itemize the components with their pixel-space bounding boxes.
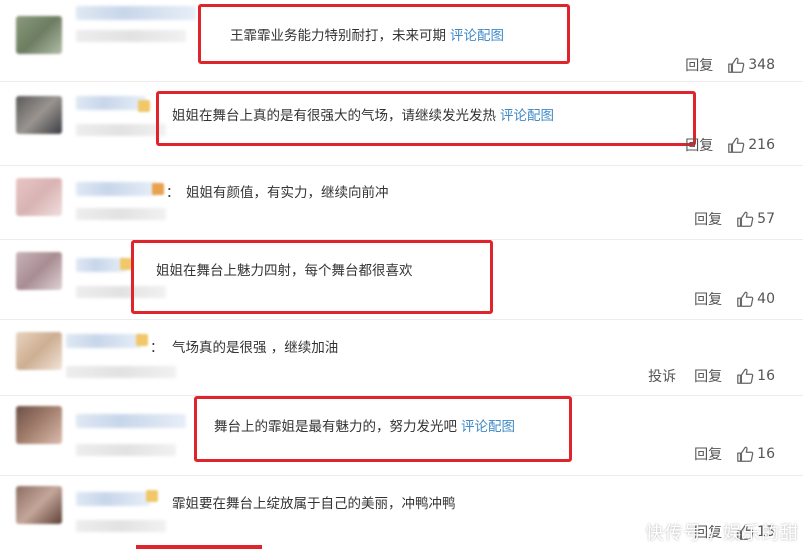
username-blurred[interactable] bbox=[76, 182, 156, 196]
like-button[interactable]: 16 bbox=[736, 367, 775, 385]
meta-blurred bbox=[76, 124, 166, 136]
like-button[interactable]: 57 bbox=[736, 210, 775, 228]
like-count: 40 bbox=[757, 291, 775, 307]
meta-blurred bbox=[76, 520, 166, 532]
like-button[interactable]: 216 bbox=[727, 136, 775, 154]
reply-button[interactable]: 回复 bbox=[694, 366, 722, 386]
comment-content: 姐姐有颜值，有实力，继续向前冲 bbox=[186, 185, 389, 201]
comment-actions: 回复 16 bbox=[676, 444, 775, 464]
avatar[interactable] bbox=[16, 486, 62, 524]
comment-item: 王霏霏业务能力特别耐打，未来可期 评论配图 回复 348 bbox=[0, 0, 803, 82]
thumbs-up-icon bbox=[737, 368, 754, 384]
watermark: 快传号 / 娱乐的甜 bbox=[645, 523, 799, 544]
meta-blurred bbox=[76, 444, 176, 456]
like-count: 16 bbox=[757, 368, 775, 384]
like-count: 216 bbox=[748, 137, 775, 153]
comment-actions: 回复 348 bbox=[667, 55, 775, 75]
colon: ： bbox=[150, 340, 164, 356]
comment-actions: 投诉 回复 16 bbox=[630, 366, 775, 386]
comment-item: ： 气场真的是很强 ，继续加油 投诉 回复 16 bbox=[0, 320, 803, 396]
colon: ： bbox=[166, 185, 180, 201]
avatar[interactable] bbox=[16, 332, 62, 370]
username-blurred[interactable] bbox=[76, 414, 186, 428]
comment-actions: 回复 40 bbox=[676, 289, 775, 309]
comment-item: 姐姐在舞台上真的是有很强大的气场，请继续发光发热 评论配图 回复 216 bbox=[0, 82, 803, 166]
comment-content: 霏姐要在舞台上绽放属于自己的美丽，冲鸭冲鸭 bbox=[172, 496, 456, 512]
comment-actions: 回复 57 bbox=[676, 209, 775, 229]
comment-actions: 回复 216 bbox=[667, 135, 775, 155]
reply-button[interactable]: 回复 bbox=[694, 289, 722, 309]
comment-item: 舞台上的霏姐是最有魅力的，努力发光吧 评论配图 回复 16 bbox=[0, 396, 803, 476]
avatar[interactable] bbox=[16, 406, 62, 444]
badge-blurred bbox=[138, 100, 150, 112]
reply-button[interactable]: 回复 bbox=[685, 135, 713, 155]
username-blurred[interactable] bbox=[76, 96, 146, 110]
avatar[interactable] bbox=[16, 16, 62, 54]
highlight-box bbox=[194, 396, 572, 462]
meta-blurred bbox=[76, 30, 186, 42]
avatar[interactable] bbox=[16, 96, 62, 134]
meta-blurred bbox=[76, 208, 166, 220]
username-blurred[interactable] bbox=[76, 258, 126, 272]
thumbs-up-icon bbox=[737, 446, 754, 462]
comment-text: 霏姐要在舞台上绽放属于自己的美丽，冲鸭冲鸭 bbox=[172, 492, 456, 512]
like-count: 16 bbox=[757, 446, 775, 462]
comment-item: 姐姐在舞台上魅力四射，每个舞台都很喜欢 回复 40 bbox=[0, 240, 803, 320]
username-blurred[interactable] bbox=[76, 6, 196, 20]
like-count: 348 bbox=[748, 57, 775, 73]
report-button[interactable]: 投诉 bbox=[648, 366, 676, 386]
badge-blurred bbox=[146, 490, 158, 502]
comment-text: 气场真的是很强 ，继续加油 bbox=[172, 336, 338, 356]
like-count: 57 bbox=[757, 211, 775, 227]
meta-blurred bbox=[66, 366, 176, 378]
highlight-box-partial bbox=[136, 545, 262, 549]
avatar[interactable] bbox=[16, 178, 62, 216]
thumbs-up-icon bbox=[728, 57, 745, 73]
like-button[interactable]: 348 bbox=[727, 56, 775, 74]
highlight-box bbox=[198, 4, 570, 64]
like-button[interactable]: 16 bbox=[736, 445, 775, 463]
thumbs-up-icon bbox=[728, 137, 745, 153]
thumbs-up-icon bbox=[737, 291, 754, 307]
thumbs-up-icon bbox=[737, 211, 754, 227]
badge-blurred bbox=[152, 183, 164, 195]
like-button[interactable]: 40 bbox=[736, 290, 775, 308]
highlight-box bbox=[156, 91, 696, 146]
comment-text: 姐姐有颜值，有实力，继续向前冲 bbox=[186, 181, 389, 201]
username-blurred[interactable] bbox=[76, 492, 150, 506]
comment-item: ： 姐姐有颜值，有实力，继续向前冲 回复 57 bbox=[0, 166, 803, 240]
reply-button[interactable]: 回复 bbox=[685, 55, 713, 75]
comment-content: 气场真的是很强 ，继续加油 bbox=[172, 340, 339, 356]
reply-button[interactable]: 回复 bbox=[694, 444, 722, 464]
highlight-box bbox=[131, 240, 493, 314]
reply-button[interactable]: 回复 bbox=[694, 209, 722, 229]
avatar[interactable] bbox=[16, 252, 62, 290]
username-blurred[interactable] bbox=[66, 334, 142, 348]
badge-blurred bbox=[136, 334, 148, 346]
